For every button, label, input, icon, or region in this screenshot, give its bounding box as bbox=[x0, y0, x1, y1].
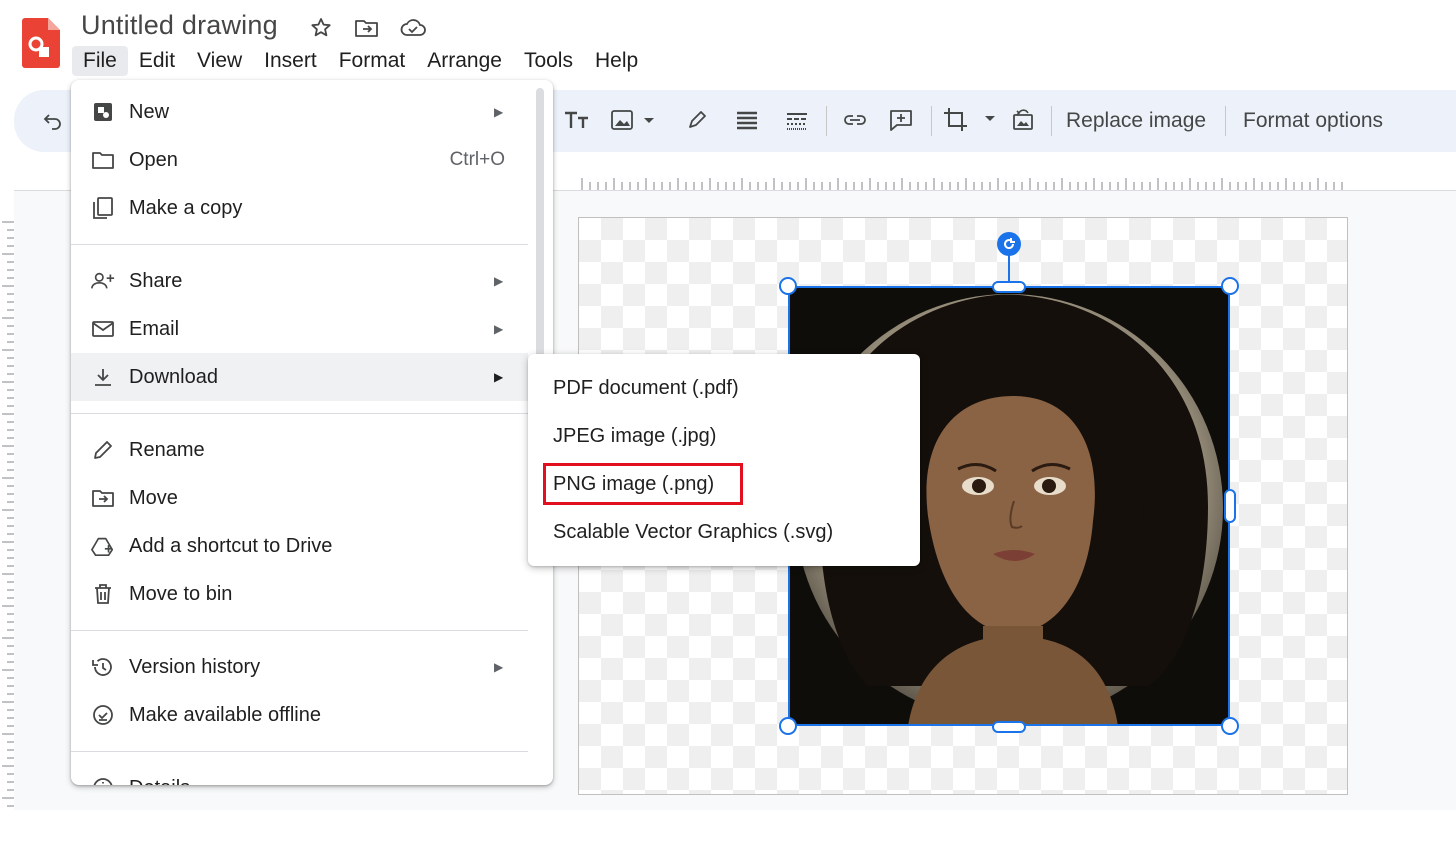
resize-handle-top-right[interactable] bbox=[1221, 277, 1239, 295]
file-menu-item-make-a-copy[interactable]: Make a copy bbox=[71, 184, 528, 232]
pen-icon[interactable] bbox=[682, 100, 712, 140]
file-menu-label: New bbox=[129, 100, 170, 123]
download-jpg-option[interactable]: JPEG image (.jpg) bbox=[528, 412, 920, 460]
menu-view[interactable]: View bbox=[186, 46, 253, 76]
menu-help[interactable]: Help bbox=[584, 46, 649, 76]
download-submenu: PDF document (.pdf) JPEG image (.jpg) PN… bbox=[528, 354, 920, 566]
file-menu-item-new[interactable]: New ▶ bbox=[71, 88, 528, 136]
move-folder-icon bbox=[91, 486, 115, 510]
download-pdf-option[interactable]: PDF document (.pdf) bbox=[528, 364, 920, 412]
file-menu-label: Add a shortcut to Drive bbox=[129, 534, 333, 557]
image-icon[interactable] bbox=[608, 100, 658, 140]
file-menu-item-download[interactable]: Download ▶ bbox=[71, 353, 528, 401]
resize-handle-bottom-left[interactable] bbox=[779, 717, 797, 735]
file-menu-label: Details bbox=[129, 777, 190, 786]
file-menu-label: Email bbox=[129, 317, 180, 340]
rotate-handle[interactable] bbox=[997, 232, 1021, 256]
google-drawings-logo[interactable] bbox=[22, 18, 60, 68]
offline-check-icon bbox=[91, 703, 115, 727]
cloud-saved-icon[interactable] bbox=[399, 14, 427, 42]
rotate-handle-stem bbox=[1008, 254, 1010, 284]
resize-handle-bottom-right[interactable] bbox=[1221, 717, 1239, 735]
toolbar-separator bbox=[1051, 106, 1052, 136]
resize-handle-top[interactable] bbox=[992, 281, 1026, 293]
menu-divider bbox=[71, 630, 528, 631]
email-icon bbox=[91, 317, 115, 341]
menu-tools[interactable]: Tools bbox=[513, 46, 584, 76]
png-highlight-annotation bbox=[543, 463, 743, 505]
line-weight-icon[interactable] bbox=[732, 100, 762, 140]
shortcut-text: Ctrl+O bbox=[449, 149, 505, 170]
file-menu-label: Make available offline bbox=[129, 703, 321, 726]
share-person-icon bbox=[91, 269, 115, 293]
file-menu: New ▶ Open Ctrl+O Make a copy Share ▶ Em… bbox=[71, 80, 553, 785]
file-menu-label: Share bbox=[129, 269, 183, 292]
file-menu-item-add-shortcut[interactable]: Add a shortcut to Drive bbox=[71, 522, 528, 570]
menu-bar: File Edit View Insert Format Arrange Too… bbox=[72, 44, 649, 78]
folder-icon bbox=[91, 148, 115, 172]
download-icon bbox=[91, 365, 115, 389]
file-menu-label: Move bbox=[129, 486, 178, 509]
submenu-label: JPEG image (.jpg) bbox=[553, 424, 717, 447]
drive-shortcut-icon bbox=[91, 534, 115, 558]
submenu-arrow-icon: ▶ bbox=[494, 322, 504, 336]
file-menu-item-share[interactable]: Share ▶ bbox=[71, 257, 528, 305]
menu-edit[interactable]: Edit bbox=[128, 46, 186, 76]
file-menu-item-move[interactable]: Move bbox=[71, 474, 528, 522]
undo-icon[interactable] bbox=[38, 100, 68, 140]
submenu-arrow-icon: ▶ bbox=[494, 660, 504, 674]
line-dash-icon[interactable] bbox=[782, 100, 812, 140]
document-title[interactable]: Untitled drawing bbox=[81, 10, 278, 41]
link-icon[interactable] bbox=[840, 100, 870, 140]
file-menu-item-open[interactable]: Open Ctrl+O bbox=[71, 136, 528, 184]
toolbar-separator bbox=[931, 106, 932, 136]
crop-icon[interactable] bbox=[942, 100, 998, 140]
download-svg-option[interactable]: Scalable Vector Graphics (.svg) bbox=[528, 508, 920, 556]
menu-divider bbox=[71, 751, 528, 752]
resize-handle-bottom[interactable] bbox=[992, 721, 1026, 733]
replace-image-button[interactable]: Replace image bbox=[1066, 106, 1206, 136]
file-menu-label: Open bbox=[129, 148, 178, 171]
trash-icon bbox=[91, 582, 115, 606]
reset-image-icon[interactable] bbox=[1008, 100, 1038, 140]
submenu-arrow-icon: ▶ bbox=[494, 370, 504, 384]
copy-icon bbox=[91, 196, 115, 220]
pencil-icon bbox=[91, 438, 115, 462]
resize-handle-top-left[interactable] bbox=[779, 277, 797, 295]
menu-divider bbox=[71, 244, 528, 245]
menu-format[interactable]: Format bbox=[328, 46, 417, 76]
menu-arrange[interactable]: Arrange bbox=[416, 46, 513, 76]
submenu-arrow-icon: ▶ bbox=[494, 105, 504, 119]
file-menu-item-version-history[interactable]: Version history ▶ bbox=[71, 643, 528, 691]
file-menu-item-rename[interactable]: Rename bbox=[71, 426, 528, 474]
menu-insert[interactable]: Insert bbox=[253, 46, 328, 76]
horizontal-ruler bbox=[581, 178, 1343, 190]
move-to-folder-icon[interactable] bbox=[353, 14, 381, 42]
file-menu-item-move-to-bin[interactable]: Move to bin bbox=[71, 570, 528, 618]
menu-divider bbox=[71, 413, 528, 414]
history-icon bbox=[91, 655, 115, 679]
file-menu-label: Download bbox=[129, 365, 218, 388]
info-icon bbox=[91, 776, 115, 785]
file-menu-item-offline[interactable]: Make available offline bbox=[71, 691, 528, 739]
star-icon[interactable] bbox=[307, 14, 335, 42]
resize-handle-right[interactable] bbox=[1224, 489, 1236, 523]
file-menu-item-details[interactable]: Details bbox=[71, 764, 528, 785]
toolbar-separator bbox=[826, 106, 827, 136]
submenu-label: PDF document (.pdf) bbox=[553, 376, 739, 399]
file-menu-label: Rename bbox=[129, 438, 205, 461]
text-size-icon[interactable] bbox=[562, 100, 592, 140]
toolbar-separator bbox=[1225, 106, 1226, 136]
submenu-label: Scalable Vector Graphics (.svg) bbox=[553, 520, 834, 543]
file-menu-label: Move to bin bbox=[129, 582, 233, 605]
submenu-arrow-icon: ▶ bbox=[494, 274, 504, 288]
file-menu-label: Make a copy bbox=[129, 196, 243, 219]
file-menu-item-email[interactable]: Email ▶ bbox=[71, 305, 528, 353]
vertical-ruler bbox=[2, 221, 14, 807]
format-options-button[interactable]: Format options bbox=[1243, 106, 1383, 136]
menu-file[interactable]: File bbox=[72, 46, 128, 76]
file-menu-label: Version history bbox=[129, 655, 261, 678]
add-comment-icon[interactable] bbox=[886, 100, 916, 140]
new-icon bbox=[91, 100, 115, 124]
